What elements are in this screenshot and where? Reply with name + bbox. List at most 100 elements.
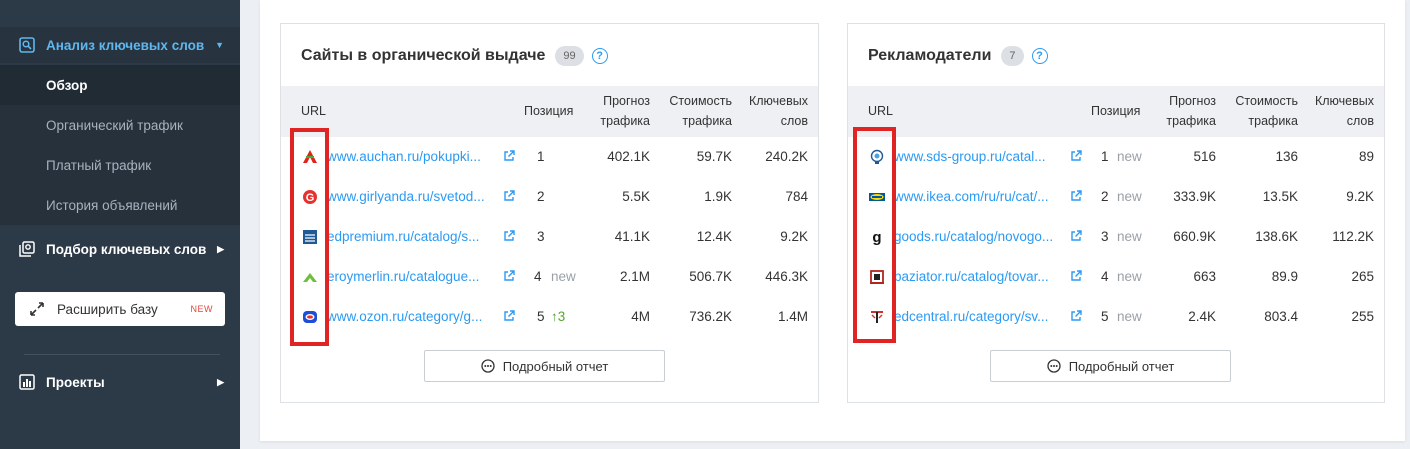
baziator-logo-icon: [868, 268, 886, 286]
external-link-icon[interactable]: [503, 230, 515, 242]
site-url-link[interactable]: www.auchan.ru/pokupki...: [327, 149, 497, 165]
site-url-link[interactable]: www.ozon.ru/category/g...: [327, 309, 497, 325]
col-position[interactable]: Позиция: [1091, 101, 1140, 121]
external-link-icon[interactable]: [503, 190, 515, 202]
col-traffic-forecast-l1: Прогноз: [1169, 94, 1216, 108]
forecast-value: 660.9K: [1173, 229, 1216, 244]
keywords-value: 265: [1351, 269, 1374, 284]
auchan-logo-icon: [301, 148, 319, 166]
advertisers-card: Рекламодатели 7 ? URL Позиция Прогноз тр…: [847, 23, 1385, 403]
cost-value: 136: [1275, 149, 1298, 164]
cost-value: 803.4: [1264, 309, 1298, 324]
external-link-icon[interactable]: [1070, 150, 1082, 162]
expand-base-button[interactable]: Расширить базу NEW: [15, 292, 225, 326]
col-keywords[interactable]: Ключевых слов: [1315, 91, 1374, 131]
organic-title-text: Сайты в органической выдаче: [301, 47, 546, 64]
expand-base-label: Расширить базу: [57, 301, 158, 317]
site-url-link[interactable]: www.sds-group.ru/catal...: [894, 149, 1064, 165]
cost-value: 89.9: [1271, 269, 1298, 284]
cost-value: 1.9K: [704, 189, 732, 204]
table-row: www.auchan.ru/pokupki... 1 402.1K 59.7K …: [281, 137, 818, 177]
position-new-label: new: [1117, 309, 1142, 324]
site-url-link[interactable]: edcentral.ru/category/sv...: [894, 309, 1064, 325]
col-keywords[interactable]: Ключевых слов: [749, 91, 808, 131]
cost-value: 13.5K: [1262, 189, 1298, 204]
projects-chart-icon: [18, 374, 35, 391]
table-row: www.sds-group.ru/catal... 1 new 516 136 …: [848, 137, 1384, 177]
cost-value: 59.7K: [696, 149, 732, 164]
menu-overview[interactable]: Обзор: [0, 65, 240, 105]
organic-table-header: URL Позиция Прогноз трафика Стоимость тр…: [281, 86, 818, 137]
site-url-link[interactable]: www.ikea.com/ru/ru/cat/...: [894, 189, 1064, 205]
organic-report-button[interactable]: Подробный отчет: [424, 350, 665, 382]
advertisers-title-text: Рекламодатели: [868, 47, 992, 64]
position-new-label: new: [551, 269, 576, 284]
site-url-link[interactable]: edpremium.ru/catalog/s...: [327, 229, 497, 245]
forecast-value: 663: [1193, 269, 1216, 284]
ledpremium-logo-icon: [301, 228, 319, 246]
col-traffic-cost[interactable]: Стоимость трафика: [669, 91, 732, 131]
col-keywords-l2: слов: [780, 114, 808, 128]
col-traffic-cost[interactable]: Стоимость трафика: [1235, 91, 1298, 131]
ledcentral-logo-icon: [868, 308, 886, 326]
external-link-icon[interactable]: [1070, 230, 1082, 242]
col-keywords-l2: слов: [1346, 114, 1374, 128]
site-url-link[interactable]: baziator.ru/catalog/tovar...: [894, 269, 1064, 285]
menu-keyword-selection[interactable]: Подбор ключевых слов ▶: [0, 231, 240, 267]
menu-projects[interactable]: Проекты ▶: [0, 364, 240, 400]
position-value: 4: [1101, 269, 1109, 284]
goods-logo-icon: g: [868, 228, 886, 246]
position-trend-up: ↑3: [551, 309, 566, 324]
table-row: www.ozon.ru/category/g... 5 ↑3 4M 736.2K…: [281, 297, 818, 337]
position-new-label: new: [1117, 269, 1142, 284]
caret-right-icon: ▶: [217, 376, 224, 387]
external-link-icon[interactable]: [503, 270, 515, 282]
menu-ads-history[interactable]: История объявлений: [0, 185, 240, 225]
menu-paid-traffic[interactable]: Платный трафик: [0, 145, 240, 185]
position-value: 5: [1101, 309, 1109, 324]
site-url-link[interactable]: eroymerlin.ru/catalogue...: [327, 269, 497, 285]
site-url-link[interactable]: goods.ru/catalog/novogo...: [894, 229, 1064, 245]
external-link-icon[interactable]: [503, 310, 515, 322]
new-tag: NEW: [190, 304, 213, 314]
position-new-label: new: [1117, 189, 1142, 204]
position-value: 3: [1101, 229, 1109, 244]
expand-arrows-icon: [30, 302, 44, 316]
col-traffic-cost-l2: трафика: [1248, 114, 1298, 128]
position-value: 2: [537, 189, 545, 204]
sidebar: Анализ ключевых слов ▼ Обзор Органически…: [0, 0, 240, 449]
forecast-value: 41.1K: [614, 229, 650, 244]
more-dots-icon: [1047, 359, 1061, 373]
col-traffic-cost-l1: Стоимость: [1235, 94, 1298, 108]
external-link-icon[interactable]: [1070, 270, 1082, 282]
keywords-value: 240.2K: [765, 149, 808, 164]
advertisers-report-button[interactable]: Подробный отчет: [990, 350, 1231, 382]
col-url[interactable]: URL: [868, 101, 893, 121]
forecast-value: 2.4K: [1188, 309, 1216, 324]
forecast-value: 4M: [631, 309, 650, 324]
col-traffic-forecast[interactable]: Прогноз трафика: [1166, 91, 1216, 131]
external-link-icon[interactable]: [1070, 190, 1082, 202]
col-traffic-forecast[interactable]: Прогноз трафика: [600, 91, 650, 131]
keywords-value: 784: [785, 189, 808, 204]
external-link-icon[interactable]: [503, 150, 515, 162]
col-traffic-cost-l1: Стоимость: [669, 94, 732, 108]
organic-sites-card: Сайты в органической выдаче 99 ? URL Поз…: [280, 23, 819, 403]
keywords-value: 255: [1351, 309, 1374, 324]
ozon-logo-icon: [301, 308, 319, 326]
table-row: eroymerlin.ru/catalogue... 4 new 2.1M 50…: [281, 257, 818, 297]
external-link-icon[interactable]: [1070, 310, 1082, 322]
menu-organic-traffic[interactable]: Органический трафик: [0, 105, 240, 145]
help-icon[interactable]: ?: [1031, 48, 1048, 64]
forecast-value: 402.1K: [607, 149, 650, 164]
menu-keyword-selection-label: Подбор ключевых слов: [46, 241, 207, 257]
site-url-link[interactable]: www.girlyanda.ru/svetod...: [327, 189, 497, 205]
svg-text:G: G: [306, 192, 315, 204]
help-icon[interactable]: ?: [591, 48, 608, 64]
organic-title: Сайты в органической выдаче 99 ?: [301, 46, 608, 66]
col-position[interactable]: Позиция: [524, 101, 573, 121]
col-url[interactable]: URL: [301, 101, 326, 121]
forecast-value: 5.5K: [622, 189, 650, 204]
menu-keyword-analysis[interactable]: Анализ ключевых слов ▼: [0, 27, 240, 63]
cost-value: 12.4K: [696, 229, 732, 244]
